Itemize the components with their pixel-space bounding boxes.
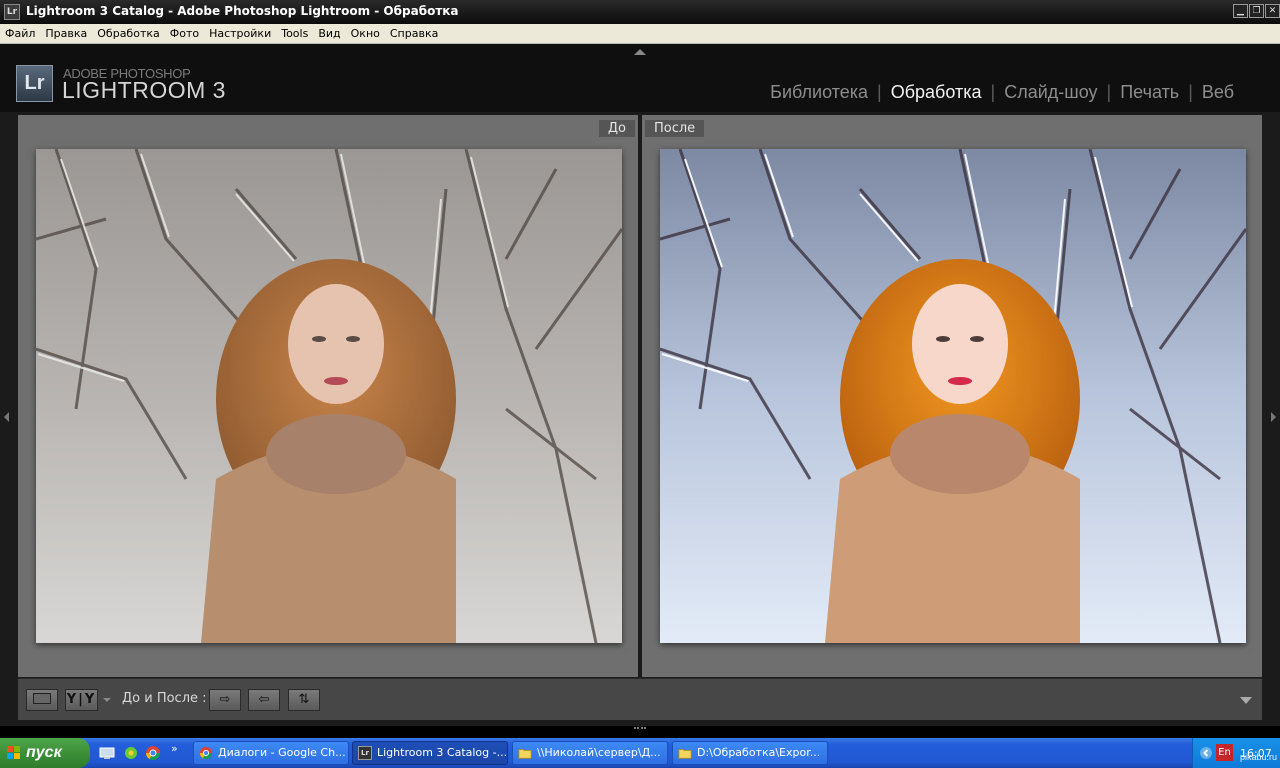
task-folder-server[interactable]: \\Николай\сервер\Д... <box>512 741 668 765</box>
module-library[interactable]: Библиотека <box>761 82 877 103</box>
language-indicator[interactable]: En <box>1216 744 1233 761</box>
loupe-view-button[interactable] <box>26 689 58 711</box>
copy-before-to-after-button[interactable]: ⇨ <box>209 689 241 711</box>
task-chrome[interactable]: Диалоги - Google Ch... <box>193 741 349 765</box>
menu-edit[interactable]: Правка <box>40 24 92 44</box>
lightroom-logo-icon: Lr <box>16 65 53 102</box>
window-title: Lightroom 3 Catalog - Adobe Photoshop Li… <box>26 4 459 18</box>
before-after-label: До и После : <box>122 691 207 706</box>
collapse-bottom-panel-icon[interactable] <box>634 727 646 733</box>
task-lightroom[interactable]: Lr Lightroom 3 Catalog -... <box>352 741 508 765</box>
after-pane: После <box>642 115 1262 677</box>
start-label: пуск <box>26 744 62 761</box>
module-develop[interactable]: Обработка <box>882 82 991 103</box>
quick-launch-overflow-icon[interactable]: » <box>171 742 178 755</box>
view-mode-dropdown-icon[interactable] <box>103 698 111 702</box>
expand-left-panel-icon[interactable] <box>4 412 9 422</box>
menu-tools[interactable]: Tools <box>276 24 313 44</box>
identity-plate-header: Lr ADOBE PHOTOSHOP LIGHTROOM 3 Библиотек… <box>0 44 1280 112</box>
swap-before-after-button[interactable]: ⇅ <box>288 689 320 711</box>
arrow-left-icon: ⇦ <box>258 692 270 707</box>
tray-expand-icon[interactable] <box>1199 746 1213 760</box>
logo-product-name: LIGHTROOM 3 <box>62 77 226 103</box>
close-button[interactable]: ✕ <box>1265 4 1280 18</box>
icq-icon[interactable] <box>123 745 139 761</box>
before-label: До <box>598 120 635 137</box>
task-label: \\Николай\сервер\Д... <box>537 746 661 759</box>
task-folder-export[interactable]: D:\Обработка\Expor... <box>672 741 828 765</box>
collapse-top-panel-icon[interactable] <box>634 49 646 55</box>
copy-after-to-before-button[interactable]: ⇦ <box>248 689 280 711</box>
menu-help[interactable]: Справка <box>385 24 443 44</box>
chrome-icon <box>199 746 213 760</box>
photo-after-image <box>660 149 1246 643</box>
module-print[interactable]: Печать <box>1111 82 1188 103</box>
chrome-icon[interactable] <box>145 745 161 761</box>
menu-develop[interactable]: Обработка <box>92 24 164 44</box>
expand-right-panel-icon[interactable] <box>1271 412 1276 422</box>
photo-before-image <box>36 149 622 643</box>
windows-flag-icon <box>7 746 20 759</box>
before-photo[interactable] <box>36 149 622 643</box>
windows-taskbar: пуск » Диалоги - Google Ch... Lr Lightro… <box>0 738 1280 768</box>
after-photo[interactable] <box>660 149 1246 643</box>
task-label: Lightroom 3 Catalog -... <box>377 746 508 759</box>
menu-photo[interactable]: Фото <box>165 24 204 44</box>
task-label: D:\Обработка\Expor... <box>697 746 821 759</box>
arrow-right-icon: ⇨ <box>219 692 231 707</box>
module-web[interactable]: Веб <box>1193 82 1243 103</box>
toolbar-menu-icon[interactable] <box>1240 697 1252 704</box>
module-slideshow[interactable]: Слайд-шоу <box>995 82 1106 103</box>
loupe-view-icon <box>33 693 51 704</box>
swap-icon: ⇅ <box>298 692 310 707</box>
task-label: Диалоги - Google Ch... <box>218 746 346 759</box>
before-pane: До <box>18 115 638 677</box>
before-after-view-button[interactable]: Y|Y <box>65 689 98 711</box>
develop-toolbar: Y|Y До и После : ⇨ ⇦ ⇅ <box>18 678 1262 720</box>
menu-bar: Файл Правка Обработка Фото Настройки Tools Вид… <box>0 24 1280 44</box>
menu-settings[interactable]: Настройки <box>204 24 276 44</box>
folder-icon <box>518 749 532 759</box>
restore-button[interactable]: ❐ <box>1249 4 1264 18</box>
folder-icon <box>678 749 692 759</box>
window-title-bar[interactable]: Lr Lightroom 3 Catalog - Adobe Photoshop… <box>0 0 1280 24</box>
watermark: pikabu.ru <box>1240 752 1278 762</box>
minimize-button[interactable]: ▁ <box>1233 4 1248 18</box>
module-picker: Библиотека | Обработка | Слайд-шоу | Печать | Ве… <box>761 82 1243 103</box>
start-button[interactable]: пуск <box>0 738 90 768</box>
lightroom-app-icon: Lr <box>4 4 20 20</box>
menu-view[interactable]: Вид <box>313 24 345 44</box>
after-label: После <box>645 120 705 137</box>
show-desktop-icon[interactable] <box>99 745 115 761</box>
menu-file[interactable]: Файл <box>0 24 40 44</box>
menu-window[interactable]: Окно <box>346 24 385 44</box>
lightroom-icon: Lr <box>358 746 372 760</box>
develop-work-area: До После Y|Y До и После: ⇨ ⇦ ⇅ <box>0 112 1280 726</box>
